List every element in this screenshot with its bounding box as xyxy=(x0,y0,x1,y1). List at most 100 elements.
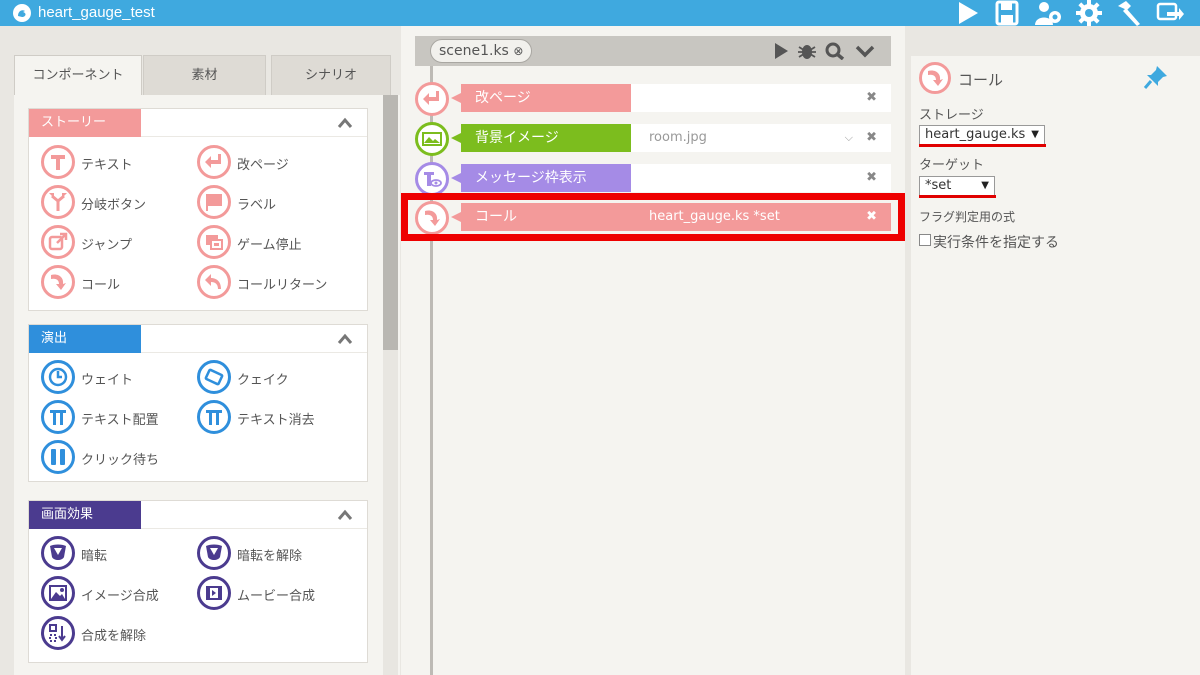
timeline-label: 背景イメージ xyxy=(451,124,631,152)
component-quake[interactable]: クェイク xyxy=(197,359,347,395)
target-select[interactable]: *set ▼ xyxy=(919,176,995,196)
chevron-down-icon[interactable]: ⌵ xyxy=(845,124,853,152)
section-header[interactable]: ストーリー xyxy=(29,109,367,137)
component-page-break[interactable]: 改ページ xyxy=(197,144,347,180)
chevron-down-icon[interactable] xyxy=(855,42,875,60)
title-bar: heart_gauge_test xyxy=(0,0,1200,26)
play-icon[interactable] xyxy=(954,0,984,26)
save-icon[interactable] xyxy=(993,0,1023,26)
component-panel: コンポーネント 素材 シナリオ ストーリー テキスト 改ページ 分岐ボタン ラベ… xyxy=(14,55,400,675)
release-compose-icon xyxy=(41,616,75,650)
section-header[interactable]: 演出 xyxy=(29,325,367,353)
storage-label: ストレージ xyxy=(919,108,984,123)
export-icon[interactable] xyxy=(1155,0,1185,26)
component-wait[interactable]: ウェイト xyxy=(41,359,191,395)
scene-tab[interactable]: scene1.ks ⊗ xyxy=(430,39,533,63)
image-icon xyxy=(41,576,75,610)
fade-in-icon xyxy=(197,536,231,570)
return-arrow-icon xyxy=(415,82,449,116)
dropdown-arrow-icon: ▼ xyxy=(1031,129,1039,140)
timeline-line xyxy=(430,66,433,675)
fade-out-icon xyxy=(41,536,75,570)
storage-value: heart_gauge.ks xyxy=(925,127,1026,142)
section-screen-effects: 画面効果 暗転 暗転を解除 イメージ合成 ムービー合成 合成を解除 xyxy=(28,500,368,663)
background-image-icon xyxy=(415,122,449,156)
timeline-row-call[interactable]: コール heart_gauge.ks *set ✖ xyxy=(415,201,891,235)
message-window-eye-icon xyxy=(415,162,449,196)
storage-select[interactable]: heart_gauge.ks ▼ xyxy=(919,125,1045,145)
component-fade-out[interactable]: 暗転 xyxy=(41,535,191,571)
close-circle-icon[interactable]: ⊗ xyxy=(513,44,523,58)
hammer-icon[interactable] xyxy=(1114,0,1144,26)
text-t-icon xyxy=(41,145,75,179)
scrollbar-thumb[interactable] xyxy=(383,95,398,350)
condition-label: 実行条件を指定する xyxy=(933,235,1059,251)
section-header[interactable]: 画面効果 xyxy=(29,501,367,529)
timeline-row-message-window[interactable]: メッセージ枠表示 ✖ xyxy=(415,162,891,196)
target-value: *set xyxy=(925,178,952,193)
timeline-label: 改ページ xyxy=(451,84,631,112)
stop-windows-icon xyxy=(197,225,231,259)
section-title: ストーリー xyxy=(29,109,141,137)
timeline-row-page-break[interactable]: 改ページ ✖ xyxy=(415,82,891,116)
call-arrow-icon xyxy=(919,62,951,94)
component-call[interactable]: コール xyxy=(41,264,191,300)
chevron-up-icon[interactable] xyxy=(337,508,353,522)
section-effects: 演出 ウェイト クェイク テキスト配置 テキスト消去 クリック待ち xyxy=(28,324,368,482)
chevron-up-icon[interactable] xyxy=(337,116,353,130)
chevron-up-icon[interactable] xyxy=(337,332,353,346)
flag-expression-label: フラグ判定用の式 xyxy=(919,210,1016,224)
target-label: ターゲット xyxy=(919,158,985,173)
component-label[interactable]: ラベル xyxy=(197,184,347,220)
component-branch-button[interactable]: 分岐ボタン xyxy=(41,184,191,220)
app-title: heart_gauge_test xyxy=(38,4,155,21)
section-title: 演出 xyxy=(29,325,141,353)
inspector-body: コール ストレージ heart_gauge.ks ▼ ターゲット *set ▼ … xyxy=(911,56,1200,675)
text-clear-icon xyxy=(197,400,231,434)
pin-icon[interactable] xyxy=(1143,64,1169,90)
play-icon[interactable] xyxy=(771,42,791,60)
timeline-value xyxy=(631,84,891,112)
tab-assets[interactable]: 素材 xyxy=(143,55,266,95)
clock-icon xyxy=(41,360,75,394)
component-fade-in[interactable]: 暗転を解除 xyxy=(197,535,347,571)
section-title: 画面効果 xyxy=(29,501,141,529)
component-call-return[interactable]: コールリターン xyxy=(197,264,347,300)
close-icon[interactable]: ✖ xyxy=(866,164,877,192)
gear-icon[interactable] xyxy=(1074,0,1104,26)
debug-bug-icon[interactable] xyxy=(797,42,817,60)
close-icon[interactable]: ✖ xyxy=(866,203,877,231)
film-icon xyxy=(197,576,231,610)
storage-underline xyxy=(919,144,1046,147)
component-text-clear[interactable]: テキスト消去 xyxy=(197,399,347,435)
timeline-row-background[interactable]: 背景イメージ room.jpg ⌵ ✖ xyxy=(415,122,891,156)
close-icon[interactable]: ✖ xyxy=(866,124,877,152)
scenario-editor: scene1.ks ⊗ 改ページ ✖ 背景イメージ room.jpg ⌵ ✖ メ… xyxy=(401,26,905,675)
scene-tab-label: scene1.ks xyxy=(439,43,509,59)
component-wait-click[interactable]: クリック待ち xyxy=(41,439,191,475)
jump-arrow-icon xyxy=(41,225,75,259)
search-icon[interactable] xyxy=(825,42,845,60)
timeline-label: コール xyxy=(451,203,631,231)
inspector-panel: コール ストレージ heart_gauge.ks ▼ ターゲット *set ▼ … xyxy=(905,26,1200,675)
component-jump[interactable]: ジャンプ xyxy=(41,224,191,260)
component-text-position[interactable]: テキスト配置 xyxy=(41,399,191,435)
target-underline xyxy=(919,195,996,198)
inspector-title: コール xyxy=(958,71,1004,89)
close-icon[interactable]: ✖ xyxy=(866,84,877,112)
tab-scenario[interactable]: シナリオ xyxy=(271,55,391,95)
timeline-value xyxy=(631,164,891,192)
component-text[interactable]: テキスト xyxy=(41,144,191,180)
component-stop-game[interactable]: ゲーム停止 xyxy=(197,224,347,260)
timeline-value: heart_gauge.ks *set xyxy=(631,203,891,231)
scene-tab-bar: scene1.ks ⊗ xyxy=(415,36,891,66)
component-list: ストーリー テキスト 改ページ 分岐ボタン ラベル ジャンプ ゲーム停止 コール… xyxy=(14,95,400,675)
component-movie-compose[interactable]: ムービー合成 xyxy=(197,575,347,611)
users-gear-icon[interactable] xyxy=(1033,0,1063,26)
quake-screen-icon xyxy=(197,360,231,394)
tab-components[interactable]: コンポーネント xyxy=(14,55,142,95)
call-arrow-icon xyxy=(415,201,449,235)
component-image-compose[interactable]: イメージ合成 xyxy=(41,575,191,611)
component-compose-release[interactable]: 合成を解除 xyxy=(41,615,191,651)
condition-checkbox[interactable] xyxy=(919,234,931,246)
